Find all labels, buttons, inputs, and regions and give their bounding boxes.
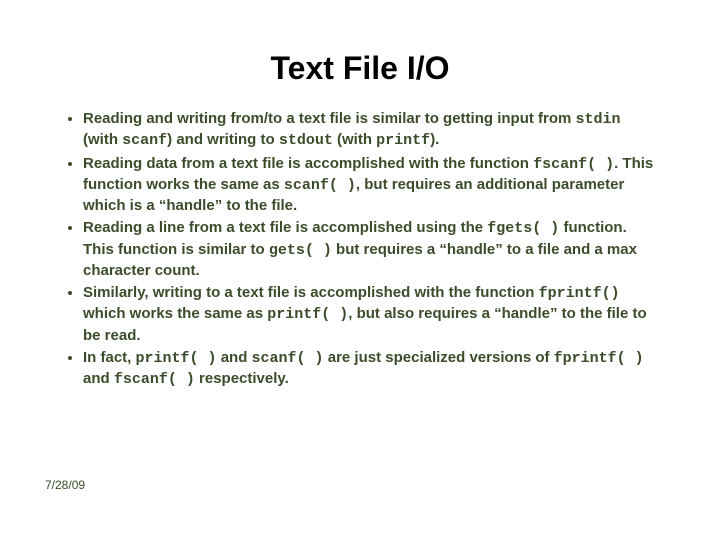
code: printf( ) [267, 306, 348, 323]
code: fgets( ) [487, 220, 559, 237]
list-item: Similarly, writing to a text file is acc… [83, 283, 655, 346]
list-item: Reading a line from a text file is accom… [83, 218, 655, 281]
text: (with [83, 131, 122, 148]
code: fprintf( ) [554, 350, 644, 367]
code: gets( ) [269, 242, 332, 259]
code: fprintf() [539, 285, 620, 302]
text: Reading data from a text file is accompl… [83, 155, 533, 172]
code: fscanf( ) [533, 156, 614, 173]
code: stdin [576, 111, 621, 128]
code: fscanf( ) [114, 371, 195, 388]
text: ) and writing to [167, 131, 279, 148]
list-item: In fact, printf( ) and scanf( ) are just… [83, 348, 655, 391]
text: Reading a line from a text file is accom… [83, 219, 487, 236]
text: Reading and writing from/to a text file … [83, 110, 576, 127]
text: Similarly, writing to a text file is acc… [83, 284, 539, 301]
text: are just specialized versions of [324, 349, 554, 366]
footer-date: 7/28/09 [45, 478, 85, 492]
text: and [83, 370, 114, 387]
list-item: Reading data from a text file is accompl… [83, 154, 655, 217]
code: stdout [279, 132, 333, 149]
page-title: Text File I/O [45, 50, 675, 87]
text: which works the same as [83, 305, 267, 322]
code: scanf [122, 132, 167, 149]
code: printf [376, 132, 430, 149]
bullet-list: Reading and writing from/to a text file … [55, 109, 675, 390]
list-item: Reading and writing from/to a text file … [83, 109, 655, 152]
slide: Text File I/O Reading and writing from/t… [0, 0, 720, 540]
text: ). [430, 131, 439, 148]
text: (with [333, 131, 376, 148]
text: and [217, 349, 252, 366]
code: printf( ) [136, 350, 217, 367]
text: In fact, [83, 349, 136, 366]
text: respectively. [195, 370, 289, 387]
code: scanf( ) [252, 350, 324, 367]
code: scanf( ) [284, 177, 356, 194]
